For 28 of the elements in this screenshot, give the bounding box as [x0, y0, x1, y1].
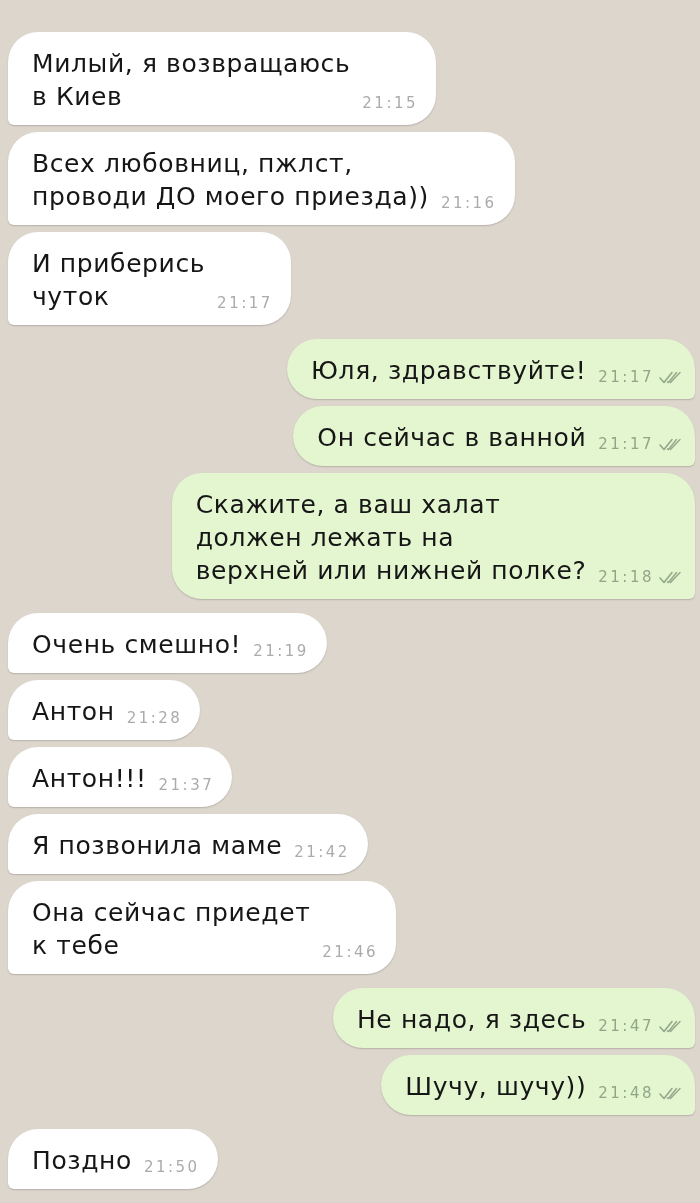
- message-time: 21:17: [217, 293, 273, 314]
- message-time: 21:18: [598, 567, 654, 588]
- message-time: 21:17: [598, 367, 654, 388]
- message-time: 21:46: [322, 942, 379, 963]
- message-time: 21:15: [362, 93, 419, 114]
- message-text: Поздно: [32, 1145, 132, 1177]
- message-time: 21:37: [158, 775, 215, 796]
- message-text: Она сейчас приедет к тебе: [32, 897, 311, 962]
- message-time: 21:48: [598, 1083, 654, 1104]
- message-time: 21:42: [294, 842, 350, 863]
- message-time: 21:19: [253, 641, 309, 662]
- message-text: Скажите, а ваш халат должен лежать на верхней или нижней полке?: [195, 489, 587, 587]
- message-text: Милый, я возвращаюсь в Киев: [32, 48, 351, 113]
- message-text: Антон: [32, 696, 115, 728]
- message-text: И приберись чуток: [32, 248, 206, 313]
- message-text: Юля, здравствуйте!: [311, 355, 587, 387]
- message-time: 21:17: [598, 434, 654, 455]
- message-text: Всех любовниц, пжлст, проводи ДО моего приезда)): [32, 148, 429, 213]
- message-time: 21:28: [126, 708, 183, 729]
- message-time: 21:47: [598, 1016, 654, 1037]
- message-text: Очень смешно!: [32, 629, 242, 661]
- message-text: Он сейчас в ванной: [317, 422, 587, 454]
- message-time: 21:16: [440, 193, 497, 214]
- message-text: Не надо, я здесь: [356, 1004, 587, 1036]
- message-text: Шучу, шучу)): [405, 1071, 587, 1103]
- message-time: 21:50: [143, 1157, 200, 1178]
- message-text: Я позвонила маме: [32, 830, 283, 862]
- message-text: Антон!!!: [32, 763, 147, 795]
